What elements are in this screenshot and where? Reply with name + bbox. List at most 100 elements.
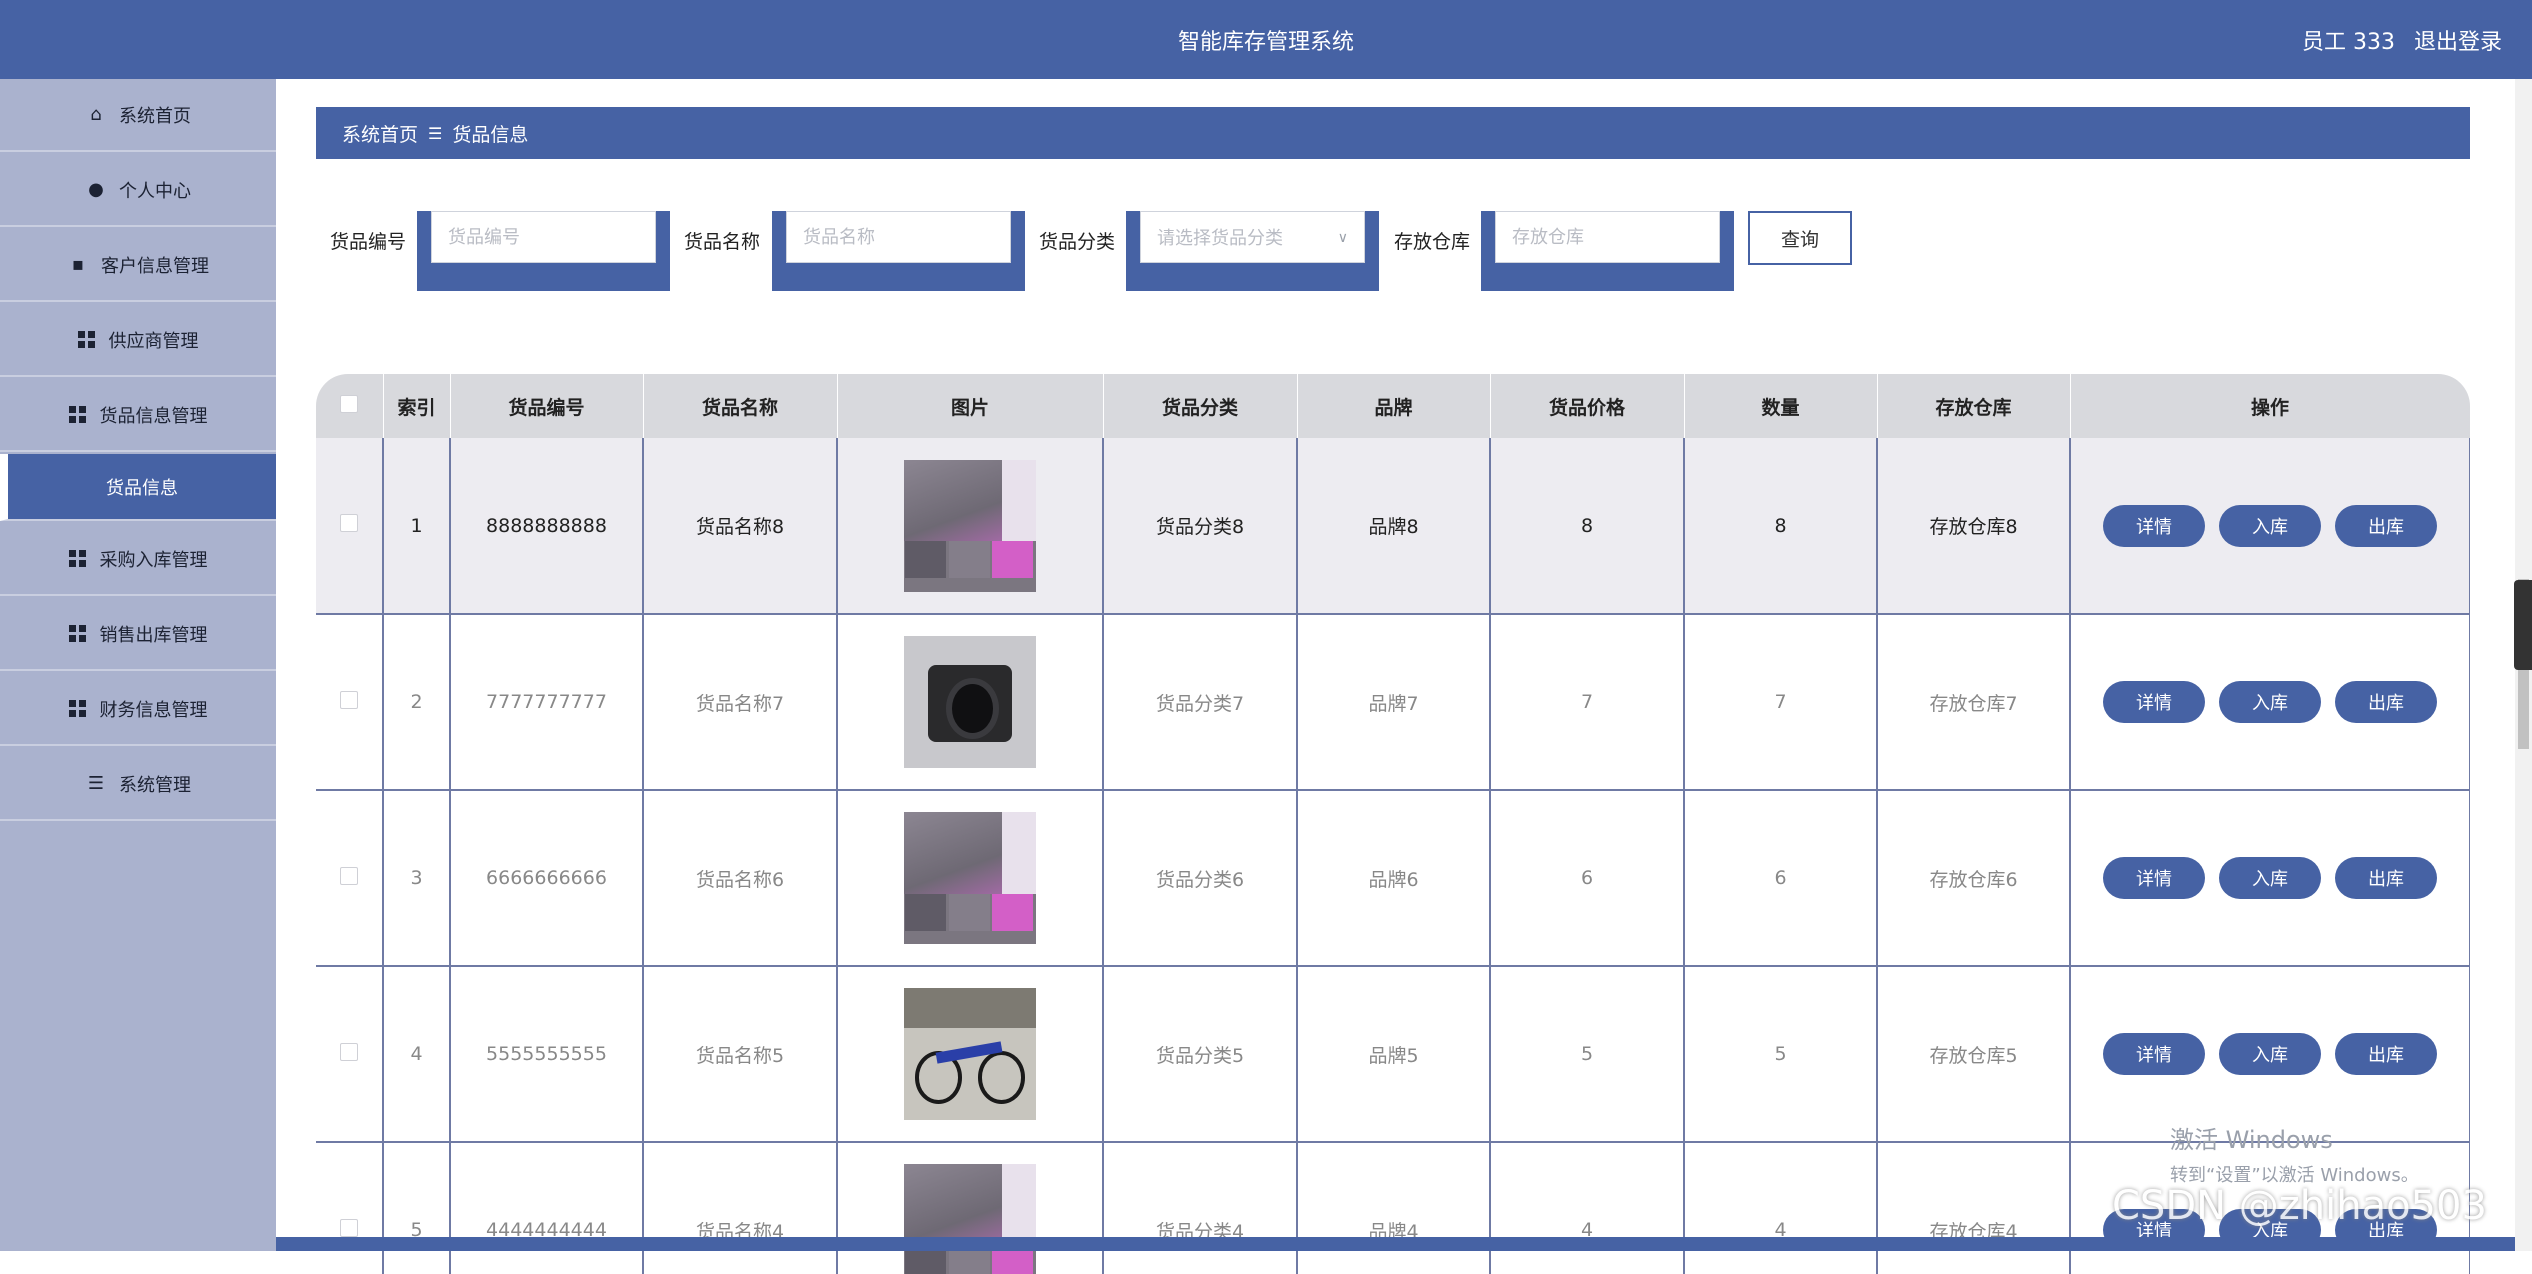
breadcrumb: 系统首页 ☰ 货品信息 [316, 107, 2470, 159]
price-cell: 5 [1490, 966, 1685, 1143]
table-row[interactable]: 1 8888888888 货品名称8 货品分类8 品牌8 8 8 存放仓库8 详情 入库 出库 [316, 438, 2470, 615]
sidebar-item-suppliers[interactable]: 供应商管理 [0, 304, 276, 377]
warehouse-cell: 存放仓库8 [1877, 438, 2071, 615]
actions-cell: 详情 入库 出库 [2070, 790, 2470, 967]
column-header: 存放仓库 [1877, 374, 2071, 438]
table-row[interactable]: 2 7777777777 货品名称7 货品分类7 品牌7 7 7 存放仓库7 详情 入库 出库 [316, 614, 2470, 791]
chat-icon: ▪ [71, 254, 85, 275]
name-cell: 货品名称5 [643, 966, 838, 1143]
qty-cell: 7 [1684, 614, 1878, 791]
index-cell: 4 [383, 966, 451, 1143]
stock-in-button[interactable]: 入库 [2219, 857, 2321, 899]
sidebar-item-label: 系统管理 [119, 774, 191, 796]
stock-out-button[interactable]: 出库 [2335, 504, 2437, 547]
query-button[interactable]: 查询 [1748, 211, 1852, 265]
brand-cell: 品牌4 [1297, 1142, 1491, 1274]
table-row[interactable]: 3 6666666666 货品名称6 货品分类6 品牌6 6 6 存放仓库6 详情 入库 出库 [316, 790, 2470, 967]
windows-activation-watermark: 激活 Windows 转到“设置”以激活 Windows。 [2170, 1120, 2419, 1187]
product-image[interactable] [904, 1164, 1036, 1274]
name-cell: 货品名称6 [643, 790, 838, 967]
sidebar-item-purchase[interactable]: 采购入库管理 [0, 523, 276, 596]
price-cell: 8 [1490, 438, 1685, 615]
category-cell: 货品分类6 [1103, 790, 1298, 967]
qty-cell: 4 [1684, 1142, 1878, 1274]
column-header: 货品分类 [1103, 374, 1298, 438]
index-cell: 3 [383, 790, 451, 967]
detail-button[interactable]: 详情 [2103, 504, 2205, 547]
stock-in-button[interactable]: 入库 [2219, 681, 2321, 723]
qty-cell: 5 [1684, 966, 1878, 1143]
row-checkbox[interactable] [340, 514, 358, 532]
stock-in-button[interactable]: 入库 [2219, 504, 2321, 547]
code-cell: 4444444444 [450, 1142, 644, 1274]
detail-button[interactable]: 详情 [2103, 1033, 2205, 1075]
row-select-cell [316, 614, 384, 791]
product-image[interactable] [904, 988, 1036, 1120]
stock-in-button[interactable]: 入库 [2219, 1033, 2321, 1075]
code-field-wrapper [417, 211, 670, 291]
side-panel-handle[interactable] [2514, 580, 2532, 670]
row-select-cell [316, 966, 384, 1143]
select-all-checkbox[interactable] [340, 394, 359, 413]
row-select-cell [316, 1142, 384, 1274]
category-select[interactable]: 请选择货品分类 ∨ [1140, 211, 1365, 263]
sidebar-item-goods-mgmt[interactable]: 货品信息管理 [0, 379, 276, 452]
breadcrumb-home[interactable]: 系统首页 [342, 120, 418, 147]
index-cell: 2 [383, 614, 451, 791]
product-image[interactable] [904, 636, 1036, 768]
name-label: 货品名称 [684, 231, 761, 253]
sidebar-item-system[interactable]: ☰ 系统管理 [0, 748, 276, 821]
price-cell: 7 [1490, 614, 1685, 791]
brand-cell: 品牌5 [1297, 966, 1491, 1143]
sidebar-item-label: 客户信息管理 [101, 255, 209, 277]
main-content: 系统首页 ☰ 货品信息 货品编号 货品名称 货品分类 请选择货品分类 ∨ 存放仓… [276, 79, 2515, 1274]
detail-button[interactable]: 详情 [2103, 857, 2205, 899]
logout-link[interactable]: 退出登录 [2414, 30, 2502, 55]
breadcrumb-current: 货品信息 [452, 123, 529, 146]
home-icon: ⌂ [90, 104, 102, 125]
app-title: 智能库存管理系统 [1177, 30, 1354, 55]
sidebar-item-customers[interactable]: ▪ 客户信息管理 [0, 229, 276, 302]
select-all-cell [316, 374, 384, 438]
brand-cell: 品牌7 [1297, 614, 1491, 791]
sidebar-item-finance[interactable]: 财务信息管理 [0, 673, 276, 746]
csdn-watermark: CSDN @zhihao503 [2112, 1183, 2487, 1229]
sidebar-item-sales[interactable]: 销售出库管理 [0, 598, 276, 671]
product-image[interactable] [904, 812, 1036, 944]
product-image[interactable] [904, 459, 1036, 592]
sidebar-item-home[interactable]: ⌂ 系统首页 [0, 79, 276, 152]
qty-cell: 6 [1684, 790, 1878, 967]
sidebar-item-goods-info[interactable]: 货品信息 [0, 454, 276, 521]
actions-cell: 详情 入库 出库 [2070, 438, 2470, 615]
row-checkbox[interactable] [340, 1042, 358, 1061]
detail-button[interactable]: 详情 [2103, 681, 2205, 723]
stock-out-button[interactable]: 出库 [2335, 1033, 2437, 1075]
name-cell: 货品名称8 [643, 438, 838, 615]
actions-cell: 详情 入库 出库 [2070, 614, 2470, 791]
warehouse-field-wrapper [1481, 211, 1734, 291]
bottom-bar [276, 1237, 2515, 1251]
user-area: 员工 333 退出登录 [2290, 24, 2502, 56]
row-checkbox[interactable] [340, 1218, 358, 1237]
menu-icon: ☰ [87, 773, 105, 794]
name-input[interactable] [786, 211, 1011, 263]
grid-icon [77, 331, 95, 348]
sidebar-item-label: 财务信息管理 [99, 699, 208, 721]
warehouse-cell: 存放仓库7 [1877, 614, 2071, 791]
column-header: 货品价格 [1490, 374, 1685, 438]
user-name: 员工 333 [2301, 30, 2395, 55]
category-cell: 货品分类4 [1103, 1142, 1298, 1274]
grid-icon [68, 625, 86, 642]
stock-out-button[interactable]: 出库 [2335, 681, 2437, 723]
warehouse-input[interactable] [1495, 211, 1720, 263]
sidebar-item-profile[interactable]: ● 个人中心 [0, 154, 276, 227]
row-checkbox[interactable] [340, 690, 358, 709]
table-row[interactable]: 4 5555555555 货品名称5 货品分类5 品牌5 5 5 存放仓库5 详情 入库 出库 [316, 966, 2470, 1143]
column-header: 操作 [2070, 374, 2470, 438]
row-checkbox[interactable] [340, 866, 358, 885]
category-field-wrapper: 请选择货品分类 ∨ [1126, 211, 1379, 291]
code-input[interactable] [431, 211, 656, 263]
stock-out-button[interactable]: 出库 [2335, 857, 2437, 899]
sidebar-item-label: 采购入库管理 [99, 549, 208, 571]
image-cell [837, 966, 1104, 1143]
